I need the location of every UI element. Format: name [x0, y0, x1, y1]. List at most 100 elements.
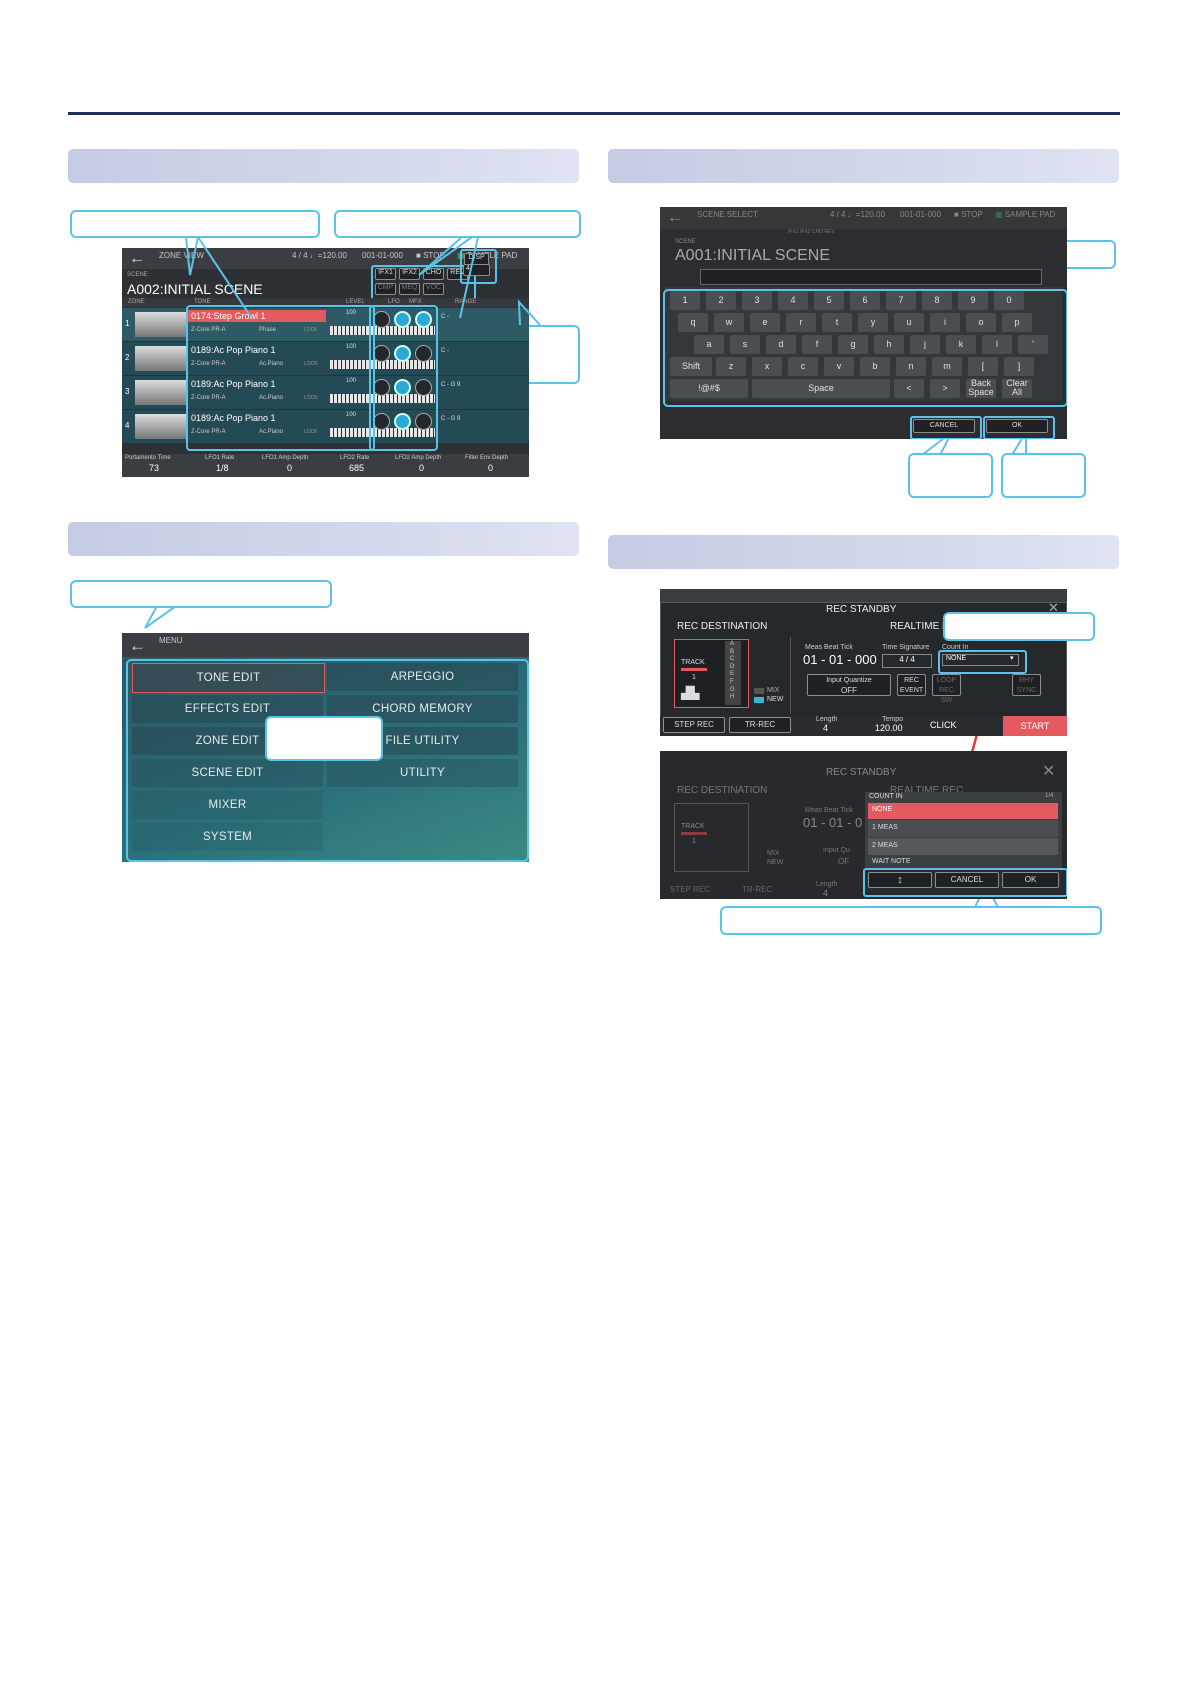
click-button[interactable]: CLICK	[930, 720, 957, 730]
time-signature-label: Time Signature	[882, 644, 930, 651]
section-band-rec-standby	[608, 535, 1119, 569]
callout-back	[70, 580, 332, 608]
callout-effects	[334, 210, 581, 238]
zone-number: 2	[125, 353, 130, 362]
screen-title: SCENE SELECT	[697, 210, 758, 219]
length-value: 4	[823, 888, 829, 898]
range-value[interactable]: C -	[441, 314, 449, 320]
scene-label: SCENE	[675, 239, 696, 245]
popup-buttons-highlight	[863, 868, 1067, 897]
param-value[interactable]: 0	[488, 463, 493, 473]
tone-thumbnail	[135, 312, 187, 337]
time-signature-value[interactable]: 4 / 4	[882, 654, 932, 668]
rec-destination-label: REC DESTINATION	[677, 621, 768, 632]
tempo-value[interactable]: 120.00	[875, 723, 903, 733]
range-value[interactable]: C - G 9	[441, 416, 460, 422]
count-in-highlight	[938, 650, 1027, 674]
rhy-sync-button[interactable]: RHY SYNC	[1012, 674, 1041, 696]
option-none[interactable]: NONE	[872, 806, 892, 813]
mix-option: MIX	[767, 850, 780, 857]
step-rec-button: STEP REC	[670, 885, 710, 894]
option-wait-note[interactable]: WAIT NOTE	[872, 858, 911, 865]
track-number: 1	[692, 674, 696, 681]
param-label: LFO2 Amp Depth	[395, 455, 442, 461]
meas-beat-tick-value: 01 - 01 - 0	[803, 815, 863, 830]
callout-ok	[1001, 453, 1086, 498]
zone-number: 4	[125, 421, 130, 430]
param-label: LFO1 Amp Depth	[262, 455, 309, 461]
cancel-highlight	[910, 416, 982, 439]
input-quantize-button[interactable]: Input Quantize OFF	[807, 674, 891, 696]
callout-popup-buttons	[720, 906, 1102, 935]
param-label: Filter Env Depth	[465, 455, 509, 461]
stop-indicator: ■ STOP	[954, 210, 983, 219]
count-in-popup: COUNT IN 1/4 NONE 1 MEAS 2 MEAS WAIT NOT…	[865, 792, 1062, 868]
disp-select[interactable]: 4	[463, 264, 490, 276]
dialog-title: REC STANDBY	[826, 604, 897, 615]
dialog-title: REC STANDBY	[826, 767, 897, 778]
back-arrow-icon[interactable]: ←	[129, 250, 145, 268]
callout-scene	[70, 210, 320, 238]
tone-thumbnail	[135, 380, 187, 405]
zone-number: 1	[125, 319, 130, 328]
callout-cancel	[908, 453, 993, 498]
close-icon[interactable]: ✕	[1042, 761, 1055, 781]
track-selector[interactable]: TRACK 1 ▟▙ ABCDEFGH	[674, 639, 749, 708]
meas-beat-tick-label: Meas Beat Tick	[805, 807, 853, 814]
screen-title: ZONE VIEW	[159, 251, 204, 260]
meas-beat-tick-value[interactable]: 01 - 01 - 000	[803, 652, 877, 667]
name-input[interactable]	[700, 269, 1042, 285]
scene-name: A001:INITIAL SCENE	[675, 247, 831, 264]
scene-name[interactable]: A002:INITIAL SCENE	[127, 281, 263, 297]
fx-indicators: IFX1 IFX2 CHO REV	[788, 229, 835, 235]
tone-thumbnail	[135, 346, 187, 371]
tempo-readout: 4 / 4 ♩=120.00	[292, 251, 347, 260]
back-arrow-icon[interactable]: ←	[667, 209, 683, 227]
scene-label: SCENE	[127, 272, 148, 278]
param-label: Portamento Time	[125, 455, 171, 461]
popup-title: COUNT IN	[869, 793, 903, 800]
option-2-meas[interactable]: 2 MEAS	[872, 842, 898, 849]
track-label: TRACK	[681, 823, 705, 830]
new-option[interactable]: NEW	[767, 696, 783, 703]
rec-event-button[interactable]: REC EVENT	[897, 674, 926, 696]
param-value[interactable]: 1/8	[216, 463, 229, 473]
tone-list-highlight	[186, 305, 375, 451]
ok-highlight	[983, 416, 1055, 439]
zone-view-screen: ← ZONE VIEW 4 / 4 ♩=120.00 001-01-000 ■ …	[122, 248, 529, 477]
option-1-meas[interactable]: 1 MEAS	[872, 824, 898, 831]
meas-beat-tick-label: Meas Beat Tick	[805, 644, 853, 651]
param-label: LFO1 Rate	[205, 455, 235, 461]
zone-column-header: ZONE	[128, 299, 145, 305]
length-label: Length	[816, 716, 838, 723]
back-arrow-icon[interactable]: ←	[129, 636, 146, 656]
track-label: TRACK	[681, 659, 705, 666]
top-rule	[68, 112, 1120, 115]
knob-column-highlight	[369, 305, 438, 451]
step-rec-button[interactable]: STEP REC	[663, 717, 725, 733]
sample-pad-indicator[interactable]: ▦ SAMPLE PAD	[995, 210, 1055, 219]
callout-count-in	[943, 612, 1095, 641]
track-letters[interactable]: ABCDEFGH	[730, 641, 736, 702]
tr-rec-button[interactable]: TR-REC	[729, 717, 791, 733]
mix-option[interactable]: MIX	[767, 687, 779, 694]
length-value[interactable]: 4	[823, 723, 828, 733]
popup-page-indicator: 1/4	[1045, 793, 1054, 799]
param-value[interactable]: 0	[419, 463, 424, 473]
range-value[interactable]: C -	[441, 348, 449, 354]
rec-standby-popup-screen: REC STANDBY ✕ REC DESTINATION REALTIME R…	[660, 751, 1067, 899]
start-button[interactable]: START	[1003, 716, 1067, 736]
range-value[interactable]: C - G 9	[441, 382, 460, 388]
stop-indicator: ■ STOP	[416, 251, 445, 260]
callout-tone-edit	[265, 716, 383, 761]
param-value[interactable]: 685	[349, 463, 364, 473]
param-value[interactable]: 0	[287, 463, 292, 473]
position-readout: 001-01-000	[900, 210, 941, 219]
param-value[interactable]: 73	[149, 463, 159, 473]
section-band-zone-view	[68, 149, 579, 183]
tempo-label: Tempo	[882, 716, 904, 723]
range-column-header: RANGE	[455, 299, 477, 305]
rec-destination-label: REC DESTINATION	[677, 785, 768, 796]
loop-rec-sw-button[interactable]: LOOP REC SW	[932, 674, 961, 704]
keyboard-highlight	[663, 289, 1067, 407]
